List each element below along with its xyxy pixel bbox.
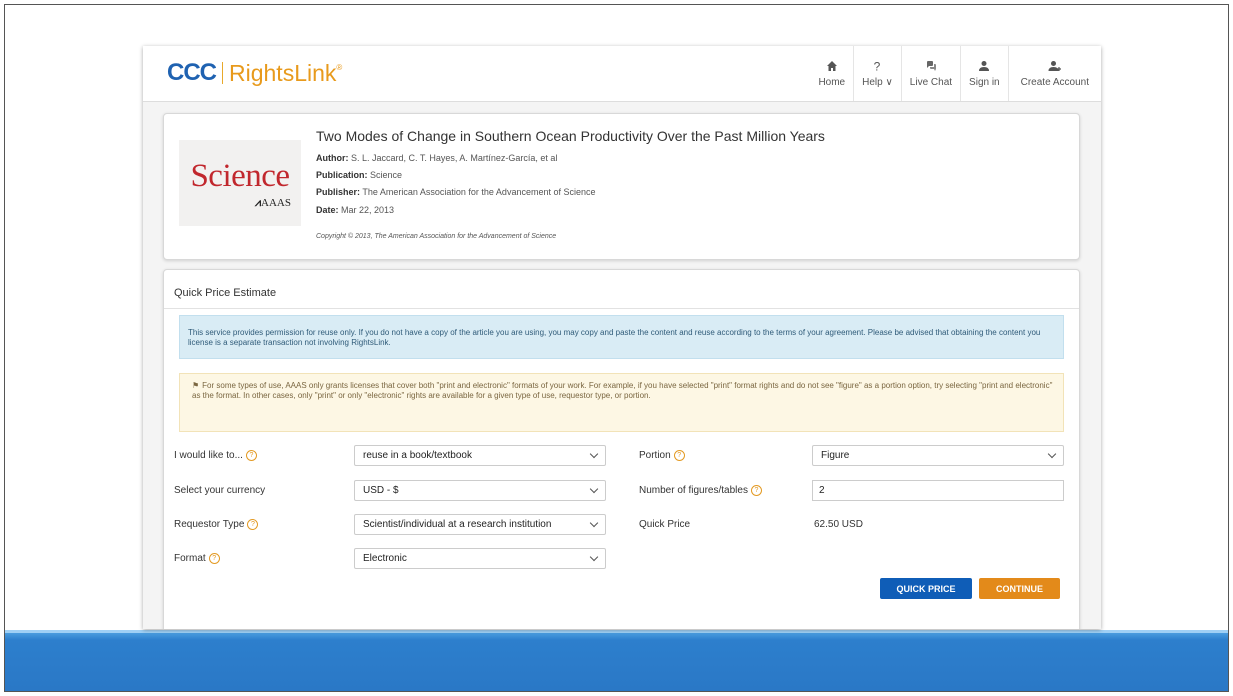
nav-home[interactable]: Home (810, 46, 853, 101)
quick-price-label-text: Quick Price (639, 519, 691, 530)
rightslink-window: CCC RightsLink ® Home ? Help ∨ Live Chat… (143, 46, 1101, 629)
rightslink-logo[interactable]: CCC RightsLink ® (167, 59, 342, 87)
would-like-label-text: I would like to... (174, 450, 243, 461)
format-label-text: Format (174, 553, 206, 564)
article-copyright: Copyright © 2013, The American Associati… (316, 233, 557, 240)
help-circle-icon[interactable]: ? (208, 553, 220, 564)
help-circle-icon[interactable]: ? (247, 519, 259, 530)
portion-select[interactable]: Figure (812, 445, 1064, 466)
currency-label: Select your currency (174, 485, 265, 496)
home-icon (825, 59, 839, 73)
article-date: Date: Mar 22, 2013 (316, 205, 394, 215)
quick-price-label: Quick Price (639, 519, 690, 530)
continue-button[interactable]: CONTINUE (979, 578, 1060, 599)
nav-home-label: Home (818, 77, 846, 88)
would-like-label: I would like to...? (174, 450, 257, 461)
article-publication: Publication: Science (316, 170, 402, 180)
logo-registered: ® (336, 62, 343, 72)
portion-label: Portion? (639, 450, 685, 461)
use-type-value: reuse in a book/textbook (363, 450, 472, 461)
chat-icon (924, 59, 938, 73)
logo-rightslink: RightsLink (229, 59, 337, 86)
format-label: Format? (174, 553, 220, 564)
nav-help-label: Help ∨ (862, 77, 893, 88)
use-type-select[interactable]: reuse in a book/textbook (354, 445, 606, 466)
currency-select[interactable]: USD - $ (354, 480, 606, 501)
requestor-type-label-text: Requestor Type (174, 519, 245, 530)
divider (164, 308, 1079, 309)
help-circle-icon[interactable]: ? (673, 450, 685, 461)
article-author: Author: S. L. Jaccard, C. T. Hayes, A. M… (316, 153, 557, 163)
nav-sign-in[interactable]: Sign in (960, 46, 1008, 101)
format-value: Electronic (363, 553, 407, 564)
chevron-down-icon (589, 449, 599, 459)
quick-price-title: Quick Price Estimate (174, 287, 277, 299)
add-user-icon (1048, 59, 1062, 73)
publication-value: Science (370, 170, 403, 180)
quick-price-card: Quick Price Estimate This service provid… (163, 269, 1080, 629)
top-bar: CCC RightsLink ® Home ? Help ∨ Live Chat… (143, 46, 1101, 102)
science-logo-text: Science (190, 158, 290, 194)
date-value: Mar 22, 2013 (341, 205, 395, 215)
author-label: Author: (316, 153, 349, 163)
quick-price-button[interactable]: QUICK PRICE (880, 578, 972, 599)
format-select[interactable]: Electronic (354, 548, 606, 569)
requestor-type-label: Requestor Type? (174, 519, 259, 530)
requestor-type-select[interactable]: Scientist/individual at a research insti… (354, 514, 606, 535)
slide-bottom-band (5, 630, 1228, 691)
aaas-logo-text: ⩘AAAS (254, 197, 291, 209)
currency-label-text: Select your currency (174, 485, 266, 496)
help-icon: ? (870, 59, 884, 73)
top-nav: Home ? Help ∨ Live Chat Sign in Create A… (810, 46, 1101, 101)
article-publisher: Publisher: The American Association for … (316, 187, 596, 197)
quick-price-value: 62.50 USD (814, 519, 863, 530)
help-circle-icon[interactable]: ? (750, 485, 762, 496)
date-label: Date: (316, 205, 339, 215)
portion-label-text: Portion (639, 450, 671, 461)
format-warning-notice: ⚑ For some types of use, AAAS only grants… (179, 373, 1064, 432)
num-figures-input[interactable]: 2 (812, 480, 1064, 501)
warning-text: For some types of use, AAAS only grants … (192, 381, 1053, 400)
num-figures-label-text: Number of figures/tables (639, 485, 748, 496)
nav-create-account-label: Create Account (1020, 77, 1089, 88)
svg-text:?: ? (874, 60, 881, 72)
help-circle-icon[interactable]: ? (245, 450, 257, 461)
chevron-down-icon (589, 518, 599, 528)
info-notice: This service provides permission for reu… (179, 315, 1064, 359)
requestor-type-value: Scientist/individual at a research insti… (363, 519, 552, 530)
article-title: Two Modes of Change in Southern Ocean Pr… (316, 128, 825, 144)
logo-ccc: CCC (167, 59, 217, 86)
nav-chat-label: Live Chat (909, 77, 953, 88)
nav-live-chat[interactable]: Live Chat (900, 46, 960, 101)
science-aaas-logo: Science ⩘AAAS (179, 140, 301, 226)
currency-value: USD - $ (363, 485, 399, 496)
article-card: Science ⩘AAAS Two Modes of Change in Sou… (163, 113, 1080, 260)
portion-value: Figure (821, 450, 850, 461)
chevron-down-icon (589, 552, 599, 562)
publication-label: Publication: (316, 170, 368, 180)
nav-sign-in-label: Sign in (969, 77, 1000, 88)
aaas-label: AAAS (261, 197, 291, 209)
publisher-value: The American Association for the Advance… (362, 187, 596, 197)
logo-divider (222, 62, 223, 84)
author-value: S. L. Jaccard, C. T. Hayes, A. Martínez-… (351, 153, 558, 163)
chevron-down-icon (589, 484, 599, 494)
publisher-label: Publisher: (316, 187, 361, 197)
nav-create-account[interactable]: Create Account (1007, 46, 1101, 101)
user-icon (977, 59, 991, 73)
num-figures-label: Number of figures/tables? (639, 485, 762, 496)
flag-icon: ⚑ (192, 381, 200, 390)
chevron-down-icon (1047, 449, 1057, 459)
nav-help[interactable]: ? Help ∨ (853, 46, 901, 101)
